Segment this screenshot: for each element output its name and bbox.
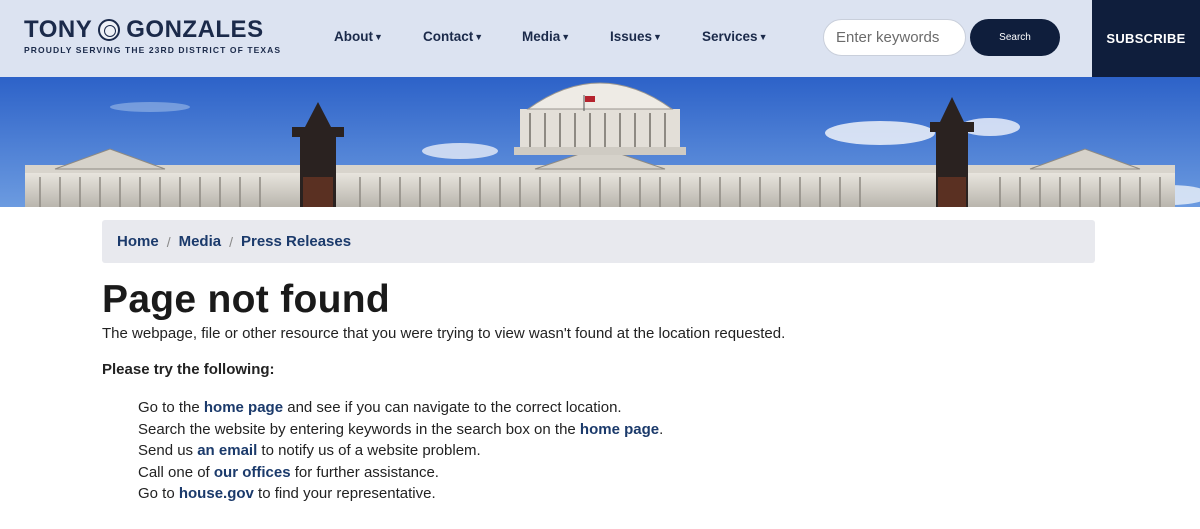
suggestion-text: Call one of [138, 463, 214, 481]
home-page-link[interactable]: home page [580, 421, 659, 438]
breadcrumb-separator: / [229, 233, 233, 250]
breadcrumb-separator: / [166, 233, 171, 250]
offices-link[interactable]: our offices [214, 464, 291, 481]
logo-name-last: GONZALES [126, 16, 264, 43]
not-found-message: The webpage, file or other resource that… [102, 325, 786, 342]
email-link[interactable]: an email [197, 442, 257, 459]
suggestion-item: Go to the home page and see if you can n… [138, 397, 663, 419]
suggestion-item: Call one of our offices for further assi… [138, 462, 663, 484]
suggestion-item: Go to house.gov to find your representat… [138, 483, 663, 505]
caret-down-icon: ▼ [758, 32, 768, 42]
nav-about[interactable]: About▼ [334, 29, 383, 44]
suggestion-item: Search the website by entering keywords … [138, 419, 663, 441]
page-title: Page not found [102, 278, 390, 321]
nav-contact[interactable]: Contact▼ [423, 29, 483, 44]
congressional-seal-icon [98, 19, 121, 41]
suggestions-list: Go to the home page and see if you can n… [138, 397, 663, 505]
logo-name-first: TONY [24, 16, 93, 43]
caret-down-icon: ▼ [561, 32, 571, 42]
suggestion-text: for further assistance. [290, 463, 439, 481]
breadcrumb-press-releases[interactable]: Press Releases [241, 233, 351, 250]
nav-media[interactable]: Media▼ [522, 29, 570, 44]
suggestion-text: Send us [138, 442, 198, 460]
caret-down-icon: ▼ [474, 32, 484, 42]
home-page-link[interactable]: home page [204, 399, 283, 416]
nav-issues[interactable]: Issues▼ [610, 29, 662, 44]
nav-issues-label: Issues [610, 29, 653, 44]
capitol-banner-image [0, 77, 1200, 207]
house-gov-link[interactable]: house.gov [179, 485, 254, 502]
breadcrumb: Home / Media / Press Releases [102, 220, 1095, 263]
site-logo[interactable]: TONY GONZALES PROUDLY SERVING THE 23RD D… [24, 18, 282, 56]
logo-tagline: PROUDLY SERVING THE 23RD DISTRICT OF TEX… [24, 45, 282, 55]
nav-services[interactable]: Services▼ [702, 29, 767, 44]
suggestion-text: to notify us of a website problem. [257, 442, 481, 460]
suggestions-heading: Please try the following: [102, 361, 275, 378]
caret-down-icon: ▼ [653, 32, 662, 42]
nav-about-label: About [334, 29, 373, 44]
suggestion-item: Send us an email to notify us of a websi… [138, 440, 663, 462]
nav-media-label: Media [522, 29, 561, 44]
suggestion-text: Search the website by entering keywords … [138, 420, 580, 438]
suggestion-text: Go to [138, 485, 179, 503]
search-input[interactable] [823, 19, 966, 56]
breadcrumb-media[interactable]: Media [179, 233, 222, 250]
nav-services-label: Services [702, 29, 758, 44]
suggestion-text: and see if you can navigate to the corre… [283, 399, 622, 416]
subscribe-button[interactable]: SUBSCRIBE [1092, 0, 1200, 77]
suggestion-text: Go to the [138, 399, 204, 416]
search-button[interactable]: Search [970, 19, 1060, 56]
nav-contact-label: Contact [423, 29, 474, 44]
breadcrumb-home[interactable]: Home [117, 233, 159, 250]
caret-down-icon: ▼ [373, 32, 383, 42]
site-header: TONY GONZALES PROUDLY SERVING THE 23RD D… [0, 0, 1200, 77]
suggestion-text: to find your representative. [253, 485, 436, 503]
suggestion-text: . [659, 420, 664, 438]
logo-name: TONY GONZALES [24, 18, 281, 42]
